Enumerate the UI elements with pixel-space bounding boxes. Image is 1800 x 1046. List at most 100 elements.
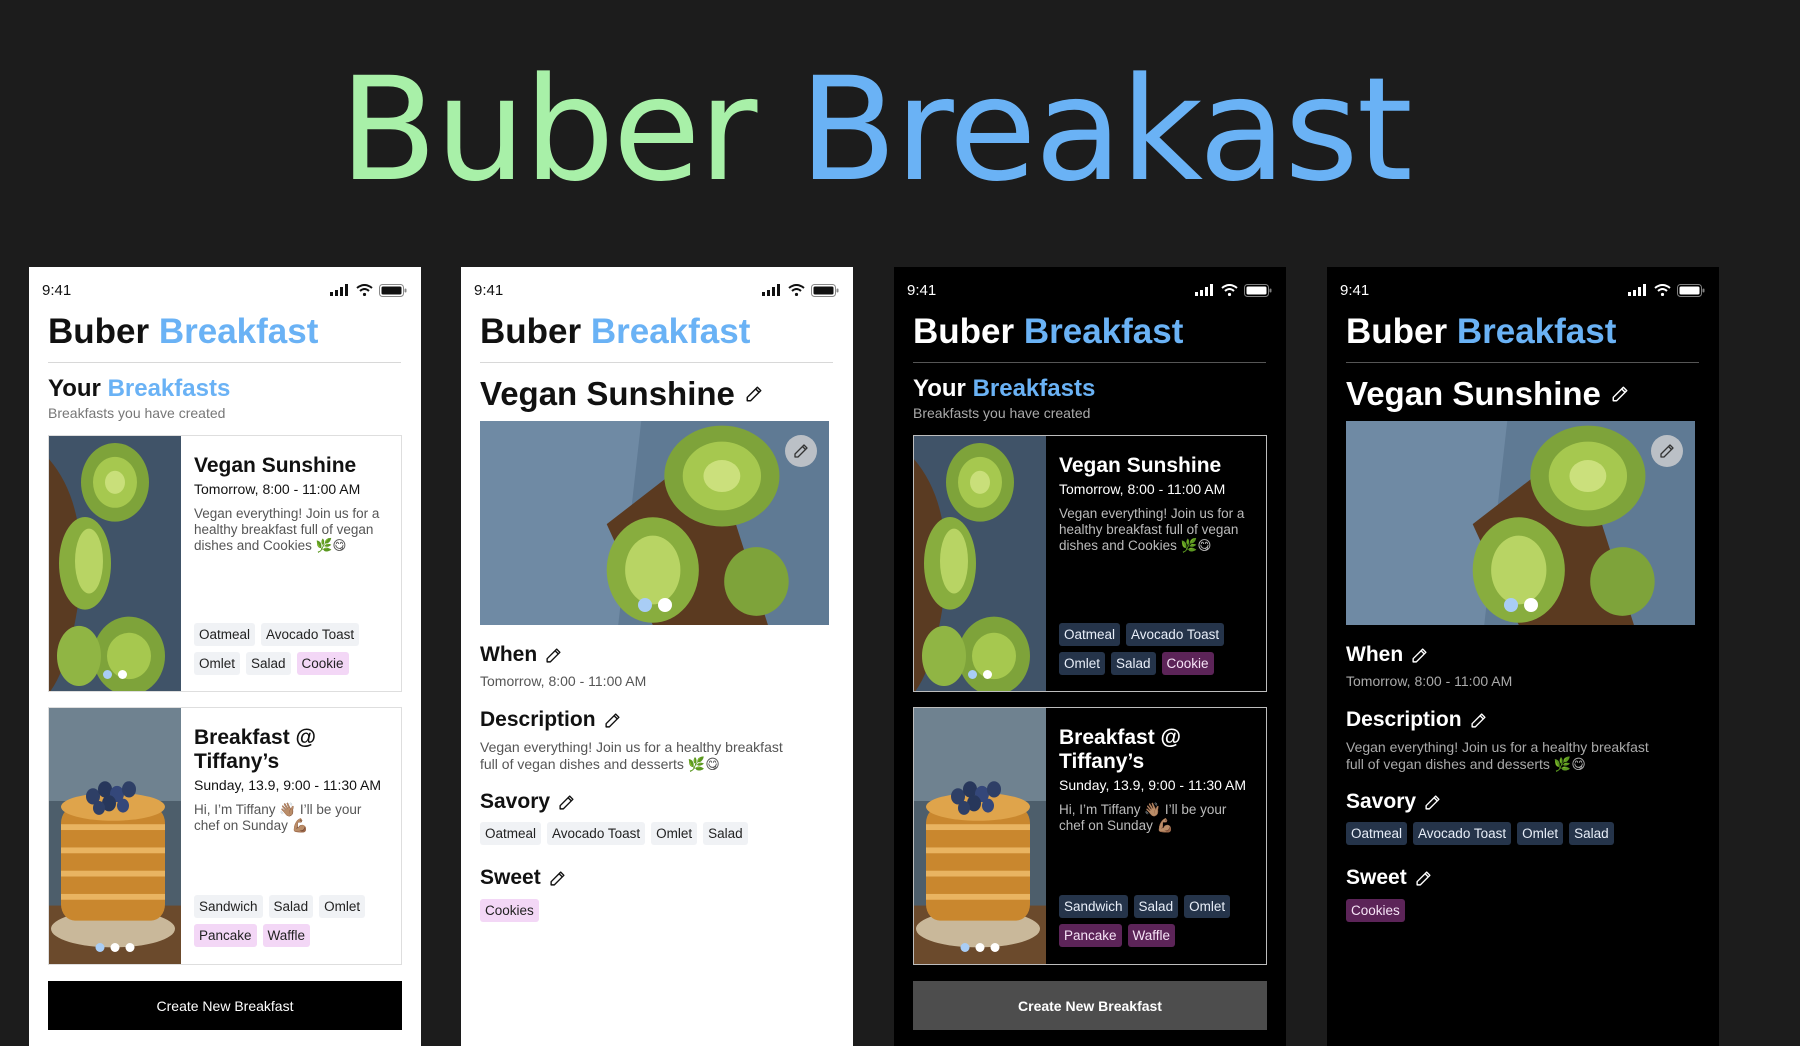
avocado-toast-image: [49, 436, 181, 691]
tag-chip: Avocado Toast: [1413, 822, 1512, 845]
section-subtitle: Breakfasts you have created: [48, 405, 226, 421]
card-time: Sunday, 13.9, 9:00 - 11:30 AM: [1059, 777, 1247, 793]
carousel-dot[interactable]: [960, 943, 970, 952]
tag-chip: Omlet: [319, 895, 366, 918]
card-tags: Oatmeal Avocado Toast Omlet Salad Cookie: [194, 623, 397, 675]
battery-icon: [379, 283, 407, 297]
description-label-text: Description: [1346, 708, 1462, 731]
app-title-breakfast: Breakfast: [1023, 312, 1184, 351]
carousel-dot[interactable]: [637, 598, 652, 612]
create-new-breakfast-button[interactable]: Create New Breakfast: [48, 981, 402, 1030]
app-title-buber: Buber: [1346, 312, 1448, 351]
edit-pencil-icon[interactable]: [1611, 385, 1629, 403]
phone-detail-dark: 9:41 Buber Breakfast Vegan Sunshine When…: [1327, 267, 1719, 1046]
card-tags: Oatmeal Avocado Toast Omlet Salad Cookie: [1059, 623, 1262, 675]
carousel-dots[interactable]: [637, 598, 672, 612]
carousel-dot[interactable]: [118, 670, 127, 679]
when-value: Tomorrow, 8:00 - 11:00 AM: [1346, 673, 1513, 689]
app-title: Buber Breakfast: [913, 312, 1183, 352]
breakfast-card-vegan-sunshine[interactable]: Vegan Sunshine Tomorrow, 8:00 - 11:00 AM…: [913, 435, 1267, 692]
card-image: [49, 436, 181, 691]
description-label: Description: [480, 708, 621, 732]
section-title-breakfasts: Breakfasts: [107, 375, 231, 402]
status-bar: 9:41: [474, 279, 839, 301]
carousel-dots[interactable]: [968, 670, 992, 679]
image-edit-button[interactable]: [785, 435, 817, 467]
carousel-dot[interactable]: [95, 943, 105, 952]
edit-pencil-icon[interactable]: [558, 794, 575, 811]
edit-pencil-icon[interactable]: [549, 870, 566, 887]
tag-chip: Salad: [703, 822, 748, 845]
card-description: Hi, I’m Tiffany 👋🏽 I’ll be your chef on …: [1059, 802, 1227, 833]
sweet-tag-chip: Cookies: [1346, 899, 1405, 922]
edit-pencil-icon[interactable]: [745, 385, 763, 403]
carousel-dot[interactable]: [968, 670, 977, 679]
section-title: Your Breakfasts: [913, 375, 1095, 403]
carousel-dot[interactable]: [103, 670, 112, 679]
tag-chip: Salad: [268, 895, 314, 918]
tag-chip: Omlet: [1059, 652, 1106, 675]
savory-tags: Oatmeal Avocado Toast Omlet Salad: [1346, 822, 1614, 845]
carousel-dots[interactable]: [1503, 598, 1538, 612]
tag-chip: Avocado Toast: [1126, 623, 1225, 646]
savory-label-text: Savory: [480, 790, 551, 813]
edit-pencil-icon: [793, 443, 809, 459]
card-time: Sunday, 13.9, 9:00 - 11:30 AM: [194, 777, 382, 793]
pancake-stack-image: [49, 708, 181, 964]
card-description: Vegan everything! Join us for a healthy …: [194, 506, 380, 553]
card-image: [914, 436, 1046, 691]
description-label-text: Description: [480, 708, 596, 731]
edit-pencil-icon[interactable]: [604, 712, 621, 729]
carousel-dot[interactable]: [125, 943, 135, 952]
divider: [1346, 362, 1699, 363]
breakfast-card-vegan-sunshine[interactable]: Vegan Sunshine Tomorrow, 8:00 - 11:00 AM…: [48, 435, 402, 692]
phone-detail-light: 9:41 Buber Breakfast Vegan Sunshine When…: [461, 267, 853, 1046]
when-label: When: [1346, 643, 1428, 667]
edit-pencil-icon[interactable]: [545, 647, 562, 664]
carousel-dot[interactable]: [1503, 598, 1518, 612]
wifi-icon: [788, 284, 805, 296]
carousel-dot[interactable]: [110, 943, 120, 952]
wifi-icon: [356, 284, 373, 296]
carousel-dots[interactable]: [103, 670, 127, 679]
edit-pencil-icon: [1659, 443, 1675, 459]
sweet-tag-chip: Cookie: [1161, 652, 1214, 675]
carousel-dot[interactable]: [657, 598, 672, 612]
battery-icon: [1677, 283, 1705, 297]
carousel-dot[interactable]: [1523, 598, 1538, 612]
carousel-dot[interactable]: [983, 670, 992, 679]
wifi-icon: [1654, 284, 1671, 296]
section-subtitle: Breakfasts you have created: [913, 405, 1091, 421]
edit-pencil-icon[interactable]: [1470, 712, 1487, 729]
breakfast-card-tiffanys[interactable]: Breakfast @ Tiffany’s Sunday, 13.9, 9:00…: [48, 707, 402, 965]
edit-pencil-icon[interactable]: [1415, 870, 1432, 887]
description-value: Vegan everything! Join us for a healthy …: [1346, 739, 1649, 772]
app-title-breakfast: Breakfast: [590, 312, 751, 351]
carousel-dots[interactable]: [95, 943, 135, 952]
carousel-dots[interactable]: [960, 943, 1000, 952]
tag-chip: Salad: [1133, 895, 1179, 918]
signal-icon: [1628, 284, 1646, 296]
status-time: 9:41: [42, 281, 72, 299]
sweet-tag-chip: Waffle: [262, 924, 311, 947]
sweet-label-text: Sweet: [480, 866, 541, 889]
image-edit-button[interactable]: [1651, 435, 1683, 467]
edit-pencil-icon[interactable]: [1411, 647, 1428, 664]
status-time: 9:41: [907, 281, 937, 299]
sweet-tag-chip: Pancake: [194, 924, 257, 947]
carousel-dot[interactable]: [990, 943, 1000, 952]
edit-pencil-icon[interactable]: [1424, 794, 1441, 811]
section-title: Your Breakfasts: [48, 375, 230, 403]
create-new-breakfast-button[interactable]: Create New Breakfast: [913, 981, 1267, 1030]
signal-icon: [762, 284, 780, 296]
battery-icon: [811, 283, 839, 297]
divider: [913, 362, 1266, 363]
savory-label-text: Savory: [1346, 790, 1417, 813]
when-label-text: When: [1346, 643, 1404, 666]
battery-icon: [1244, 283, 1272, 297]
status-time: 9:41: [474, 281, 504, 299]
breakfast-card-tiffanys[interactable]: Breakfast @ Tiffany’s Sunday, 13.9, 9:00…: [913, 707, 1267, 965]
carousel-dot[interactable]: [975, 943, 985, 952]
app-title-buber: Buber: [480, 312, 582, 351]
sweet-tags: Cookies: [480, 899, 539, 922]
